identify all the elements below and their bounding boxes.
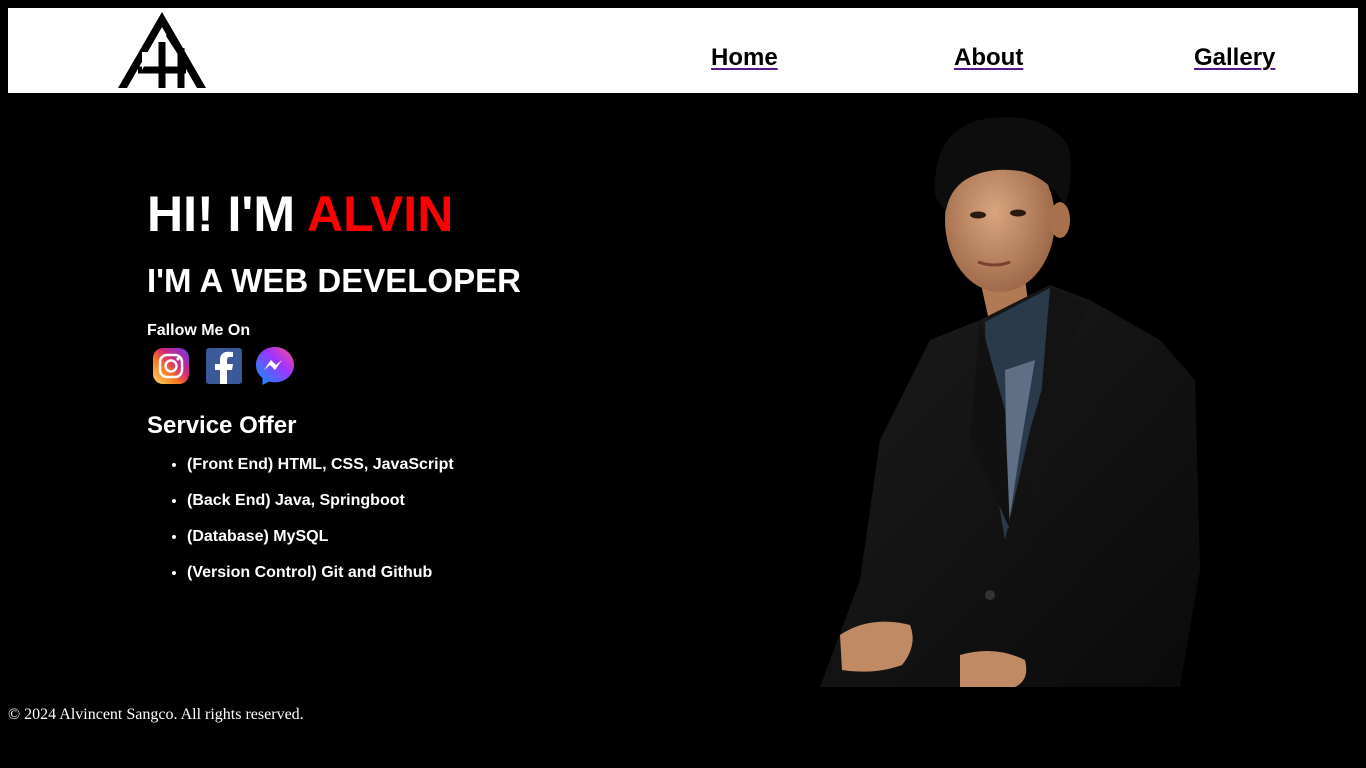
hero-section: HI! I'M ALVIN I'M A WEB DEVELOPER Fallow… [147,180,521,598]
greeting-heading: HI! I'M ALVIN [147,180,521,248]
service-item: (Back End) Java, Springboot [187,490,521,526]
social-links [151,346,521,386]
services-list: (Front End) HTML, CSS, JavaScript (Back … [147,454,521,598]
nav-home-link[interactable]: Home [711,44,778,72]
services-heading: Service Offer [147,412,297,439]
service-item: (Database) MySQL [187,526,521,562]
messenger-icon[interactable] [255,346,295,386]
follow-label: Fallow Me On [147,322,251,339]
portrait-photo [820,117,1200,687]
service-item: (Front End) HTML, CSS, JavaScript [187,454,521,490]
instagram-icon[interactable] [151,346,191,386]
greeting-prefix: HI! I'M [147,186,308,242]
site-header: Home About Gallery [8,8,1358,93]
footer-copyright: © 2024 Alvincent Sangco. All rights rese… [8,706,304,723]
facebook-icon[interactable] [203,346,243,386]
service-item: (Version Control) Git and Github [187,562,521,598]
ah-monogram-logo[interactable] [118,12,206,88]
nav-about-link[interactable]: About [954,44,1023,72]
nav-gallery-link[interactable]: Gallery [1194,44,1275,72]
role-heading: I'M A WEB DEVELOPER [147,262,521,299]
greeting-name: ALVIN [307,186,454,242]
